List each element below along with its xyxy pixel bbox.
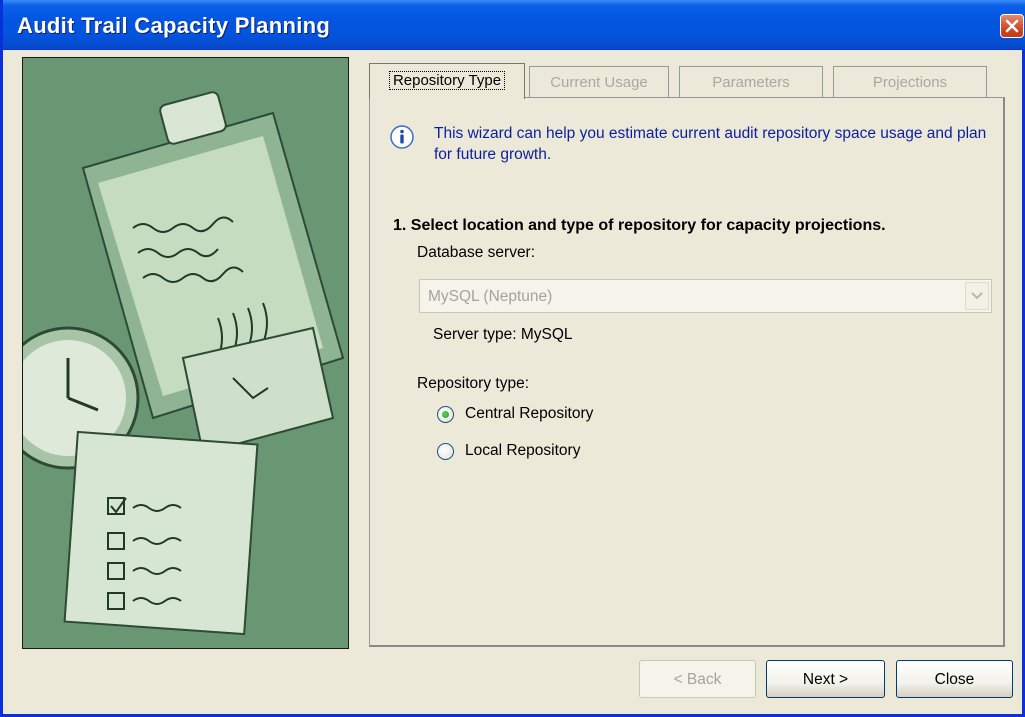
database-server-select[interactable]: MySQL (Neptune) [419,279,992,313]
wizard-illustration [22,57,349,649]
central-repository-label[interactable]: Central Repository [465,405,593,423]
tab-parameters[interactable]: Parameters [679,66,823,98]
close-window-button[interactable] [1000,14,1024,38]
next-button[interactable]: Next > [766,660,885,698]
close-icon [1005,19,1019,33]
chevron-down-icon [971,292,983,300]
repository-type-label: Repository type: [417,375,529,392]
tab-projections[interactable]: Projections [833,66,987,98]
back-button[interactable]: < Back [639,660,756,698]
tab-label: Parameters [712,74,790,91]
step-heading: 1. Select location and type of repositor… [393,217,886,234]
local-repository-label[interactable]: Local Repository [465,442,580,460]
server-type-value: MySQL [520,326,573,343]
tab-label: Repository Type [388,71,506,90]
close-button[interactable]: Close [896,660,1013,698]
local-repository-radio[interactable] [437,443,454,460]
tab-current-usage[interactable]: Current Usage [529,66,669,98]
central-repository-radio[interactable] [437,406,454,423]
database-server-label: Database server: [417,244,536,261]
dropdown-button[interactable] [965,282,989,310]
tab-panel [369,97,1005,647]
window-title: Audit Trail Capacity Planning [17,13,331,38]
tab-label: Projections [872,74,948,91]
radio-selected-dot [442,411,449,418]
server-type-label: Server type: MySQL [433,326,573,344]
server-type-caption: Server type: [433,326,517,343]
database-server-value: MySQL (Neptune) [428,288,553,305]
tab-repository-type[interactable]: Repository Type [369,63,525,99]
tab-label: Current Usage [550,74,648,91]
info-icon [390,125,414,149]
title-bar[interactable]: Audit Trail Capacity Planning [3,0,1025,50]
dialog-window: Audit Trail Capacity Planning Repository… [0,0,1025,717]
info-message: This wizard can help you estimate curren… [434,125,987,163]
